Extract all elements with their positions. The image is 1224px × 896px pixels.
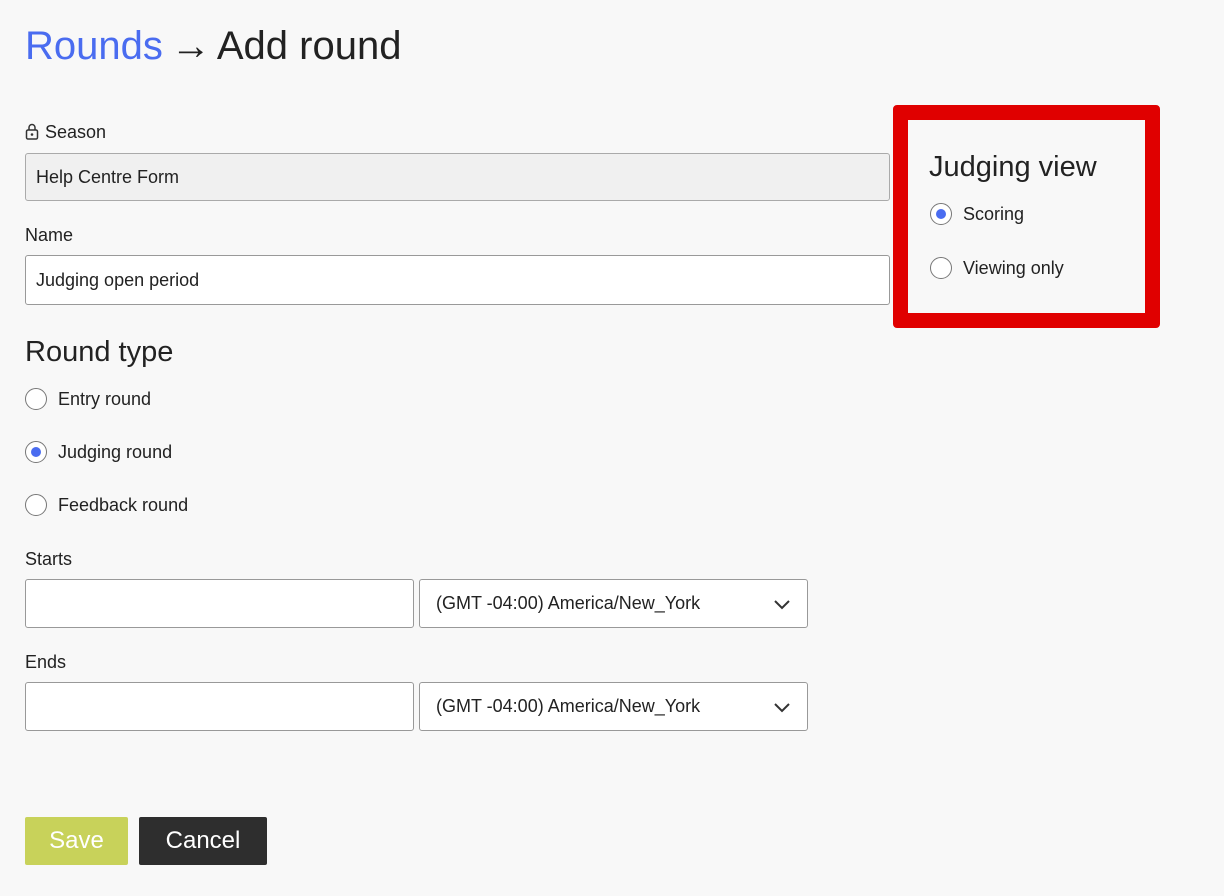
season-field[interactable] [25, 153, 890, 201]
round-type-heading: Round type [25, 336, 174, 368]
starts-timezone-value: (GMT -04:00) America/New_York [436, 593, 701, 613]
chevron-down-icon [774, 599, 790, 609]
radio-feedback-round[interactable] [25, 494, 47, 516]
name-label: Name [25, 225, 74, 245]
radio-label: Feedback round [58, 494, 189, 515]
season-label-text: Season [45, 122, 107, 142]
starts-timezone-select[interactable]: (GMT -04:00) America/New_York [419, 579, 808, 628]
chevron-down-icon [774, 702, 790, 712]
judging-view-viewing-only-option[interactable]: Viewing only [930, 257, 1064, 279]
season-label: Season [25, 121, 106, 145]
radio-scoring[interactable] [930, 203, 952, 225]
judging-view-scoring-option[interactable]: Scoring [930, 203, 1024, 225]
ends-date-input[interactable] [25, 682, 414, 731]
round-type-entry-option[interactable]: Entry round [25, 388, 151, 410]
radio-label: Entry round [58, 388, 152, 409]
save-button[interactable]: Save [25, 817, 128, 865]
radio-label: Judging round [58, 441, 173, 462]
lock-icon [25, 123, 39, 145]
round-type-feedback-option[interactable]: Feedback round [25, 494, 188, 516]
radio-label: Scoring [963, 203, 1025, 224]
starts-date-input[interactable] [25, 579, 414, 628]
page-title: Add round [216, 24, 402, 68]
breadcrumb: Rounds → Add round [25, 22, 401, 70]
ends-timezone-select[interactable]: (GMT -04:00) America/New_York [419, 682, 808, 731]
judging-view-heading: Judging view [929, 151, 1097, 183]
starts-label: Starts [25, 549, 73, 569]
name-field[interactable] [25, 255, 890, 305]
radio-label: Viewing only [963, 257, 1064, 278]
ends-timezone-value: (GMT -04:00) America/New_York [436, 696, 701, 716]
ends-label: Ends [25, 652, 67, 672]
radio-entry-round[interactable] [25, 388, 47, 410]
round-type-judging-option[interactable]: Judging round [25, 441, 172, 463]
breadcrumb-arrow-icon: → [170, 24, 211, 68]
radio-viewing-only[interactable] [930, 257, 952, 279]
breadcrumb-link-rounds[interactable]: Rounds [25, 24, 163, 68]
cancel-button[interactable]: Cancel [139, 817, 267, 865]
radio-judging-round[interactable] [25, 441, 47, 463]
